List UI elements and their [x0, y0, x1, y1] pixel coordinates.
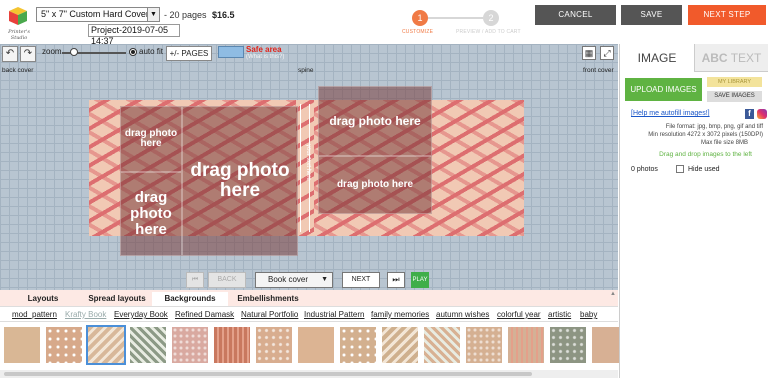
cancel-button[interactable]: CANCEL — [535, 5, 616, 25]
category-link[interactable]: baby — [580, 310, 597, 319]
safe-area-toggle[interactable] — [218, 46, 244, 58]
zoom-slider-handle[interactable] — [70, 48, 78, 56]
category-link[interactable]: Krafty Book — [65, 310, 106, 319]
autofit-radio[interactable] — [129, 48, 137, 56]
category-link[interactable]: family memories — [371, 310, 429, 319]
background-thumbnail[interactable] — [4, 327, 40, 363]
background-thumbnail[interactable] — [340, 327, 376, 363]
background-thumbnail[interactable] — [382, 327, 418, 363]
price: $16.5 — [212, 10, 235, 20]
cube-logo-icon — [9, 7, 27, 25]
category-link[interactable]: Everyday Book — [114, 310, 168, 319]
background-thumbnail[interactable] — [256, 327, 292, 363]
step-connector — [428, 17, 483, 19]
background-thumbnail[interactable] — [508, 327, 544, 363]
redo-icon[interactable]: ↷ — [20, 46, 36, 62]
photo-slot[interactable]: drag photo here — [318, 156, 432, 214]
upload-images-button[interactable]: UPLOAD IMAGES — [625, 78, 702, 101]
product-select[interactable]: 5" x 7" Custom Hard Cover ▼ — [36, 7, 160, 22]
category-link[interactable]: Natural Portfolio — [241, 310, 298, 319]
hide-used-label: Hide used — [688, 166, 720, 173]
background-thumbnail[interactable] — [130, 327, 166, 363]
front-cover-label: front cover — [583, 67, 614, 74]
first-page-button[interactable]: ⏮ — [186, 272, 204, 288]
background-thumbnail[interactable] — [298, 327, 334, 363]
category-link[interactable]: Industrial Pattern — [304, 310, 364, 319]
hide-used-checkbox[interactable] — [676, 165, 684, 173]
grid-view-icon[interactable]: ▦ — [582, 46, 596, 60]
undo-icon[interactable]: ↶ — [2, 46, 18, 62]
photos-count: 0 photos — [631, 166, 658, 173]
autofit-label: auto fit — [139, 47, 164, 56]
brand-logo[interactable]: Printer's Studio — [4, 4, 32, 40]
page-select-value: Book cover — [268, 275, 309, 284]
step-2-label[interactable]: PREVIEW / ADD TO CART — [456, 29, 521, 35]
background-thumbnail[interactable] — [424, 327, 460, 363]
page-select[interactable]: Book cover ▼ — [255, 272, 333, 288]
facebook-icon[interactable]: f — [745, 109, 754, 119]
spine-text[interactable]: your text here — [299, 144, 311, 194]
brand-name: Printer's Studio — [8, 29, 30, 41]
category-link[interactable]: colorful year — [497, 310, 541, 319]
tab-backgrounds[interactable]: Backgrounds — [152, 292, 228, 306]
max-size-info: Max file size 8MB — [700, 140, 748, 146]
autofill-link[interactable]: [Help me autofill images!] — [631, 110, 710, 117]
min-resolution-info: Min resolution 4272 x 3072 pixels (150DP… — [648, 132, 763, 138]
chevron-down-icon: ▼ — [321, 276, 328, 283]
category-link[interactable]: artistic — [548, 310, 571, 319]
safe-area-label: Safe area — [246, 45, 282, 54]
last-page-button[interactable]: ⏭ — [387, 272, 405, 288]
zoom-label: zoom — [42, 47, 62, 56]
fullscreen-icon[interactable]: ⤢ — [600, 46, 614, 60]
step-2-indicator[interactable]: 2 — [483, 10, 499, 26]
instagram-icon[interactable] — [757, 109, 767, 119]
collapse-icon[interactable]: ▲ — [610, 291, 618, 299]
background-thumbnail[interactable] — [172, 327, 208, 363]
page-count: - 20 pages — [164, 10, 207, 20]
tab-image[interactable]: IMAGE — [620, 44, 694, 72]
photo-slot[interactable]: drag photo here — [120, 106, 182, 172]
tab-embellishments[interactable]: Embellishments — [230, 292, 306, 306]
category-link[interactable]: mod_pattern — [12, 310, 57, 319]
next-button[interactable]: NEXT — [342, 272, 380, 288]
drag-drop-hint: Drag and drop images to the left — [659, 151, 752, 158]
background-thumbnail[interactable] — [550, 327, 586, 363]
back-button[interactable]: BACK — [208, 272, 246, 288]
save-images-button[interactable]: SAVE IMAGES — [707, 91, 762, 102]
add-remove-pages-button[interactable]: +/- PAGES — [166, 46, 212, 61]
app-root: Printer's Studio 5" x 7" Custom Hard Cov… — [0, 0, 768, 378]
next-step-button[interactable]: NEXT STEP — [688, 5, 766, 25]
scrollbar-thumb[interactable] — [4, 372, 532, 376]
back-cover-label: back cover — [2, 67, 34, 74]
my-library-button[interactable]: MY LIBRARY — [707, 77, 762, 87]
photo-slot[interactable]: drag photo here — [120, 172, 182, 256]
design-canvas[interactable]: ↶ ↷ zoom auto fit +/- PAGES Safe area (W… — [0, 44, 618, 290]
play-button[interactable]: PLAY — [411, 272, 429, 288]
background-thumbnail[interactable] — [466, 327, 502, 363]
safe-area-help-link[interactable]: (What is this?) — [246, 54, 284, 60]
category-link[interactable]: Refined Damask — [175, 310, 234, 319]
file-format-info: File format: jpg, bmp, png, gif and tiff — [665, 124, 763, 130]
tab-text[interactable]: ABC TEXT — [694, 44, 768, 72]
project-name-field[interactable]: Project-2019-07-05 14:37 — [88, 24, 180, 46]
step-1-label: CUSTOMIZE — [402, 29, 434, 35]
step-1-indicator: 1 — [412, 10, 428, 26]
save-button[interactable]: SAVE — [621, 5, 682, 25]
chevron-down-icon: ▼ — [147, 8, 159, 21]
spine-label: spine — [298, 67, 314, 74]
category-link[interactable]: autumn wishes — [436, 310, 489, 319]
tab-spread-layouts[interactable]: Spread layouts — [86, 292, 148, 306]
product-select-value: 5" x 7" Custom Hard Cover — [41, 9, 149, 19]
background-thumbnail[interactable] — [214, 327, 250, 363]
photo-slot[interactable]: drag photo here — [318, 86, 432, 156]
tab-layouts[interactable]: Layouts — [22, 292, 64, 306]
photo-slot[interactable]: drag photo here — [182, 106, 298, 256]
background-thumbnail[interactable] — [86, 325, 126, 365]
background-thumbnail[interactable] — [46, 327, 82, 363]
tab-text-prefix: ABC — [701, 51, 728, 65]
tab-text-label: TEXT — [730, 51, 762, 65]
